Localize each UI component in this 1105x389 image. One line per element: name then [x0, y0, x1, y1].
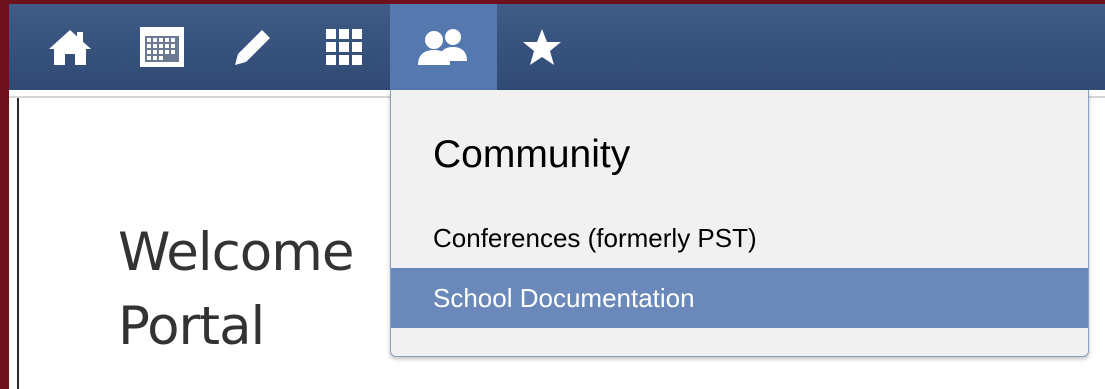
- window-frame-left: [0, 0, 9, 389]
- nav-apps[interactable]: [305, 4, 383, 90]
- top-navbar: [9, 4, 1105, 90]
- nav-home[interactable]: [31, 4, 109, 90]
- home-icon: [49, 30, 91, 65]
- pencil-icon: [235, 30, 270, 65]
- welcome-heading: Welcome Portal: [118, 216, 354, 364]
- welcome-heading-line2: Portal: [118, 296, 265, 357]
- grid-icon: [326, 29, 362, 65]
- nav-calendar[interactable]: [123, 4, 201, 90]
- nav-favorites[interactable]: [505, 4, 579, 90]
- welcome-heading-line1: Welcome: [118, 222, 354, 283]
- community-icon: [417, 29, 467, 65]
- nav-edit[interactable]: [214, 4, 292, 90]
- star-icon: [523, 29, 561, 65]
- menu-item-conferences[interactable]: Conferences (formerly PST): [391, 208, 1088, 268]
- menu-item-school-documentation[interactable]: School Documentation: [391, 268, 1088, 328]
- nav-community[interactable]: [390, 4, 497, 90]
- dropdown-title: Community: [433, 133, 631, 176]
- content-left-border: [17, 98, 19, 389]
- calendar-icon: [140, 27, 184, 67]
